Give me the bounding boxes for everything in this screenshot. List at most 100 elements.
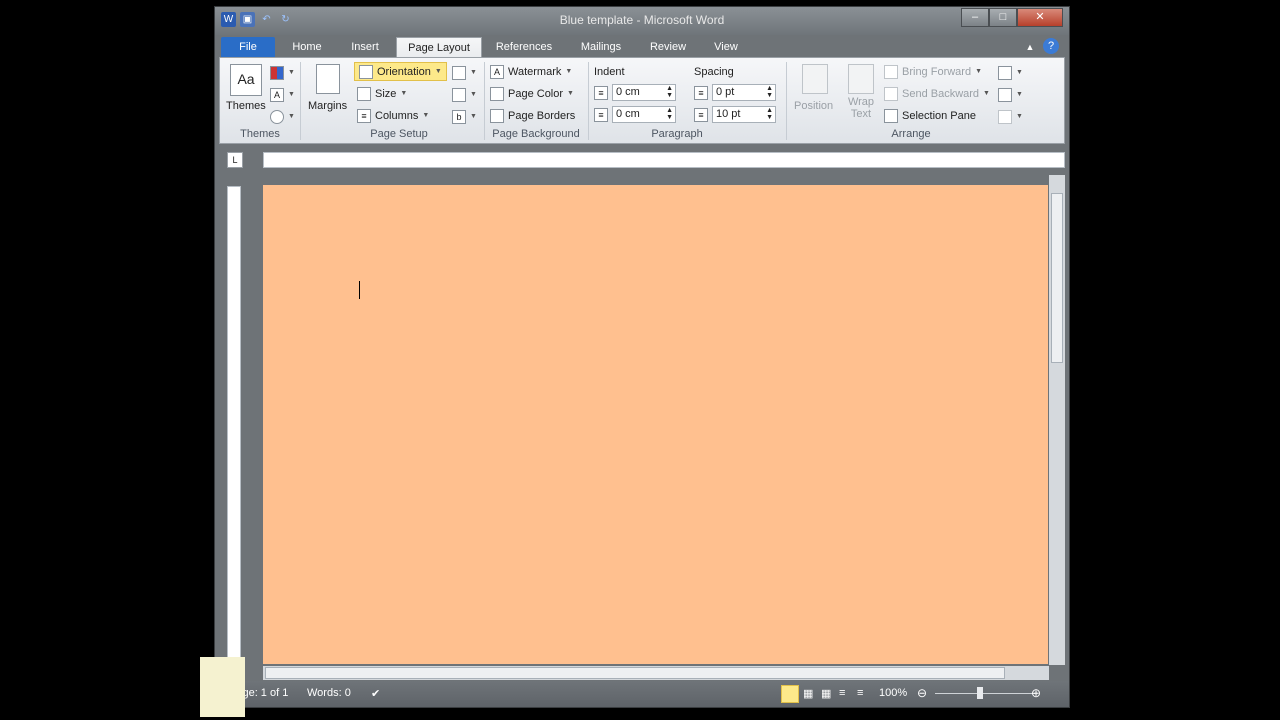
watermark-label: Watermark bbox=[508, 65, 562, 78]
spin-arrows-icon[interactable]: ▲ ▼ bbox=[766, 107, 773, 121]
window-title: Blue template - Microsoft Word bbox=[559, 13, 725, 27]
help-icon[interactable]: ? bbox=[1043, 38, 1059, 54]
document-page[interactable] bbox=[263, 185, 1048, 664]
full-screen-reading-icon[interactable]: ▦ bbox=[803, 687, 813, 700]
tab-mailings[interactable]: Mailings bbox=[572, 37, 630, 57]
tab-review[interactable]: Review bbox=[643, 37, 693, 57]
selection-pane-button[interactable]: Selection Pane bbox=[884, 106, 976, 125]
breaks-glyph-icon bbox=[452, 65, 466, 80]
group-label-page-setup: Page Setup bbox=[370, 128, 428, 140]
columns-label: Columns bbox=[375, 109, 419, 122]
spacing-after-icon: ≡ bbox=[694, 108, 708, 122]
position-button[interactable]: Position bbox=[794, 96, 833, 115]
chevron-down-icon: ▼ bbox=[565, 68, 573, 75]
theme-fonts-icon[interactable]: A ▼ bbox=[270, 85, 295, 104]
chevron-down-icon: ▼ bbox=[983, 90, 990, 97]
spin-arrows-icon[interactable]: ▲ ▼ bbox=[666, 107, 673, 121]
indent-right-input[interactable]: 0 cm ▲ ▼ bbox=[612, 106, 676, 123]
columns-button[interactable]: ≡ Columns ▼ bbox=[357, 106, 429, 125]
page-color-label: Page Color bbox=[508, 87, 564, 100]
watermark-button[interactable]: A Watermark ▼ bbox=[490, 62, 572, 81]
horizontal-scrollbar[interactable] bbox=[263, 666, 1049, 680]
theme-effects-icon[interactable]: ▼ bbox=[270, 107, 295, 126]
tab-insert[interactable]: Insert bbox=[343, 37, 387, 57]
chevron-down-icon: ▼ bbox=[470, 69, 477, 76]
tab-selector-icon[interactable]: L bbox=[227, 152, 243, 168]
spin-arrows-icon[interactable]: ▲ ▼ bbox=[666, 85, 673, 99]
themes-button[interactable]: Themes bbox=[226, 96, 266, 115]
spin-arrows-icon[interactable]: ▲ ▼ bbox=[766, 85, 773, 99]
indent-right-icon: ≡ bbox=[594, 108, 608, 122]
word-count[interactable]: Words: 0 bbox=[307, 687, 351, 699]
group-objects-icon[interactable]: ▼ bbox=[998, 85, 1023, 104]
indent-left-icon: ≡ bbox=[594, 86, 608, 100]
wrap-text-label: Wrap Text bbox=[847, 96, 875, 120]
spacing-after-input[interactable]: 10 pt ▲ ▼ bbox=[712, 106, 776, 123]
tab-page-layout[interactable]: Page Layout bbox=[396, 37, 482, 59]
size-button[interactable]: Size ▼ bbox=[357, 84, 407, 103]
ribbon: Aa Themes ▼ A ▼ ▼ Themes Margins Orientat… bbox=[219, 57, 1065, 144]
send-backward-button[interactable]: Send Backward ▼ bbox=[884, 84, 990, 103]
wrap-text-icon[interactable] bbox=[848, 64, 874, 94]
indent-left-input[interactable]: 0 cm ▲ ▼ bbox=[612, 84, 676, 101]
margins-button[interactable]: Margins bbox=[308, 96, 347, 115]
align-icon[interactable]: ▼ bbox=[998, 63, 1023, 82]
chevron-down-icon: ▼ bbox=[1016, 69, 1023, 76]
page-borders-button[interactable]: Page Borders bbox=[490, 106, 575, 125]
position-icon[interactable] bbox=[802, 64, 828, 94]
margins-icon[interactable] bbox=[316, 64, 340, 94]
proofing-icon[interactable]: ✔ bbox=[371, 687, 380, 700]
maximize-button[interactable]: □ bbox=[989, 8, 1017, 27]
web-layout-icon[interactable]: ▦ bbox=[821, 687, 831, 700]
zoom-slider[interactable] bbox=[935, 693, 1035, 694]
vertical-scrollbar[interactable] bbox=[1049, 175, 1065, 665]
zoom-level[interactable]: 100% bbox=[879, 687, 907, 699]
chevron-down-icon: ▼ bbox=[288, 69, 295, 76]
page-borders-icon bbox=[490, 108, 504, 123]
rotate-glyph-icon bbox=[998, 109, 1012, 124]
print-layout-icon[interactable] bbox=[781, 685, 799, 703]
size-icon bbox=[357, 86, 371, 101]
orientation-button[interactable]: Orientation ▼ bbox=[354, 62, 447, 81]
spacing-before-input[interactable]: 0 pt ▲ ▼ bbox=[712, 84, 776, 101]
background-window-fragment bbox=[200, 657, 245, 717]
chevron-down-icon: ▼ bbox=[975, 68, 983, 75]
outline-icon[interactable]: ≡ bbox=[839, 687, 845, 699]
orientation-icon bbox=[359, 64, 373, 79]
group-label-page-background: Page Background bbox=[492, 128, 580, 140]
wrap-text-button[interactable]: Wrap Text bbox=[844, 96, 878, 120]
chevron-down-icon: ▼ bbox=[288, 91, 295, 98]
minimize-ribbon-icon[interactable]: ▲ bbox=[1023, 37, 1037, 57]
tab-file[interactable]: File bbox=[221, 37, 275, 57]
position-label: Position bbox=[794, 99, 834, 112]
zoom-slider-thumb[interactable] bbox=[977, 687, 983, 699]
minimize-button[interactable]: – bbox=[961, 8, 989, 27]
columns-icon: ≡ bbox=[357, 108, 371, 123]
theme-colors-icon[interactable]: ▼ bbox=[270, 63, 295, 82]
zoom-in-icon[interactable]: ⊕ bbox=[1031, 686, 1041, 700]
line-numbers-icon[interactable]: ▼ bbox=[452, 85, 477, 104]
horizontal-ruler[interactable] bbox=[263, 152, 1065, 168]
chevron-down-icon: ▼ bbox=[288, 113, 295, 120]
bring-forward-label: Bring Forward bbox=[902, 65, 972, 78]
size-label: Size bbox=[375, 87, 397, 100]
draft-icon[interactable]: ≡ bbox=[857, 687, 863, 699]
tab-references[interactable]: References bbox=[490, 37, 558, 57]
page-color-button[interactable]: Page Color ▼ bbox=[490, 84, 574, 103]
bring-forward-button[interactable]: Bring Forward ▼ bbox=[884, 62, 982, 81]
close-button[interactable]: ✕ bbox=[1017, 8, 1063, 27]
font-a-icon: A bbox=[270, 87, 284, 102]
tab-home[interactable]: Home bbox=[285, 37, 329, 57]
rotate-icon[interactable]: ▼ bbox=[998, 107, 1023, 126]
bring-forward-icon bbox=[884, 64, 898, 79]
hyphenation-icon[interactable]: b ▼ bbox=[452, 107, 477, 126]
horizontal-scroll-thumb[interactable] bbox=[265, 667, 1005, 679]
vertical-scroll-thumb[interactable] bbox=[1051, 193, 1063, 363]
vertical-ruler[interactable] bbox=[227, 186, 241, 668]
spacing-before-icon: ≡ bbox=[694, 86, 708, 100]
themes-icon[interactable]: Aa bbox=[230, 64, 262, 96]
zoom-out-icon[interactable]: ⊖ bbox=[917, 686, 927, 700]
hyphenation-glyph-icon: b bbox=[452, 109, 466, 124]
breaks-icon[interactable]: ▼ bbox=[452, 63, 477, 82]
tab-view[interactable]: View bbox=[705, 37, 747, 57]
